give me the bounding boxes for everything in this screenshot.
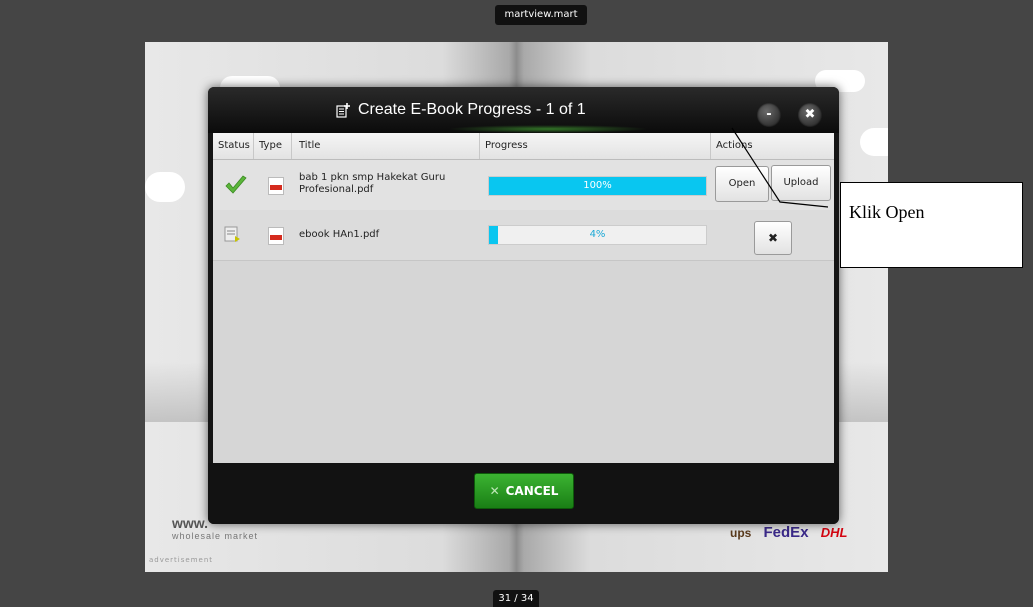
annotation-pointer-line <box>731 127 829 208</box>
pointer-line <box>731 127 829 208</box>
page-counter: 31 / 34 <box>493 590 539 607</box>
